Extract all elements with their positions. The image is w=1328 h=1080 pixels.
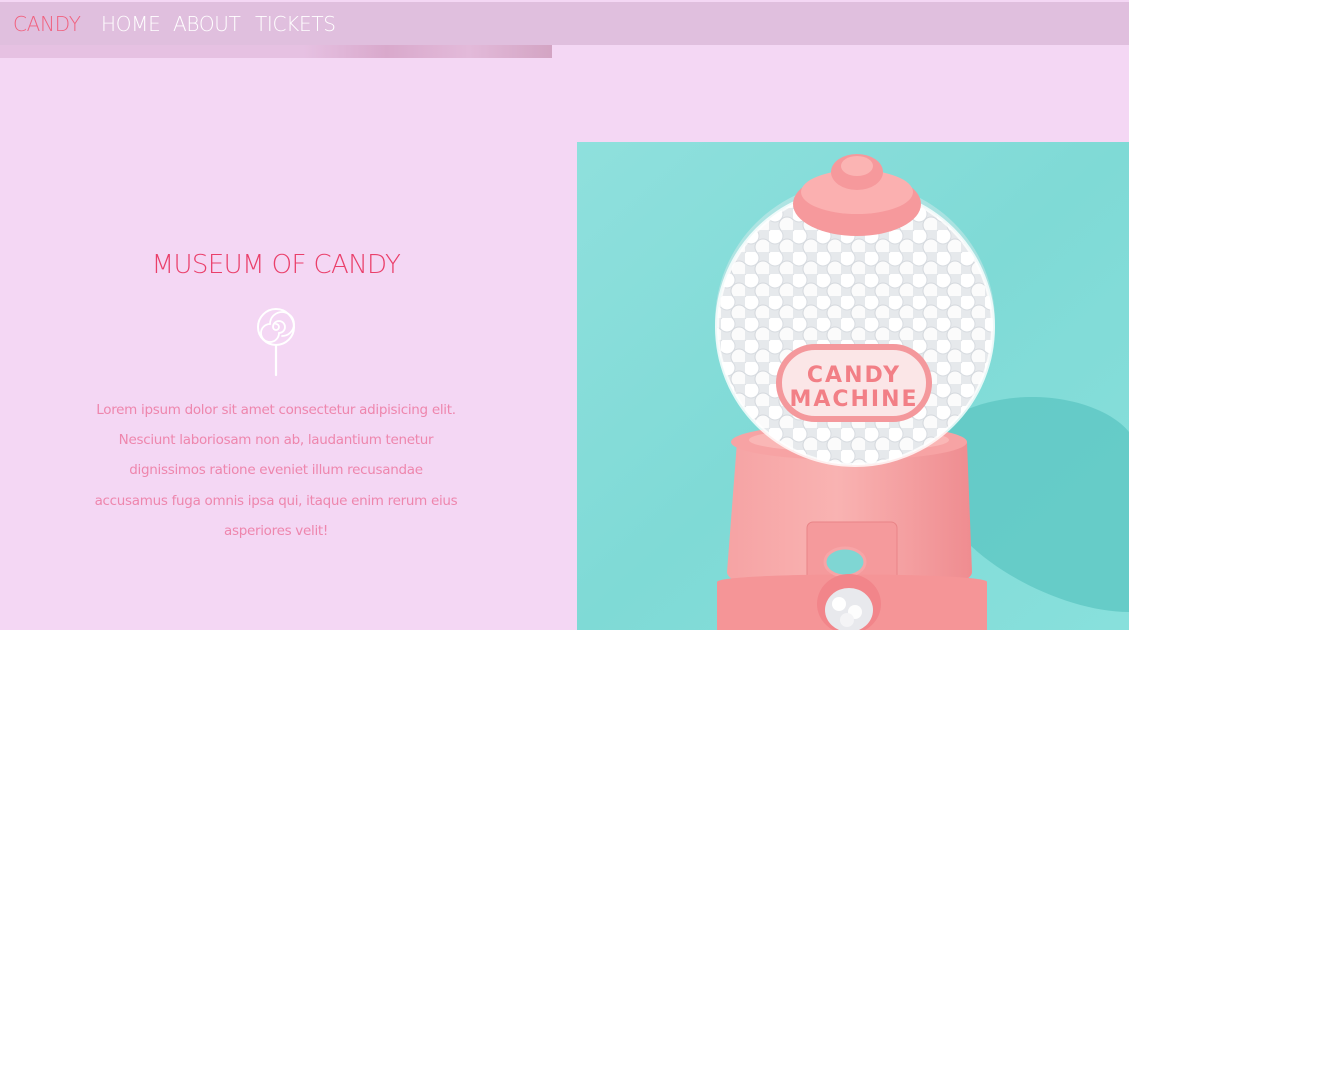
hero-description: Lorem ipsum dolor sit amet consectetur a…: [94, 402, 458, 539]
nav-underline-strip: [0, 45, 552, 58]
nav-link-tickets[interactable]: TICKETS: [255, 12, 336, 36]
brand-logo[interactable]: CANDY: [13, 12, 81, 36]
navbar: CANDY HOME ABOUT TICKETS: [0, 2, 1129, 45]
nav-link-about[interactable]: ABOUT: [173, 12, 241, 36]
page-title: MUSEUM OF CANDY: [151, 250, 401, 280]
nav-link-home[interactable]: HOME: [101, 12, 161, 36]
photo-label-line1: CANDY: [807, 363, 901, 388]
page: CANDY HOME ABOUT TICKETS MUSEUM OF CANDY…: [0, 0, 1129, 630]
candy-machine-photo: CANDY MACHINE: [577, 142, 1129, 630]
photo-label-line2: MACHINE: [789, 387, 918, 412]
lollipop-icon: [254, 305, 298, 377]
